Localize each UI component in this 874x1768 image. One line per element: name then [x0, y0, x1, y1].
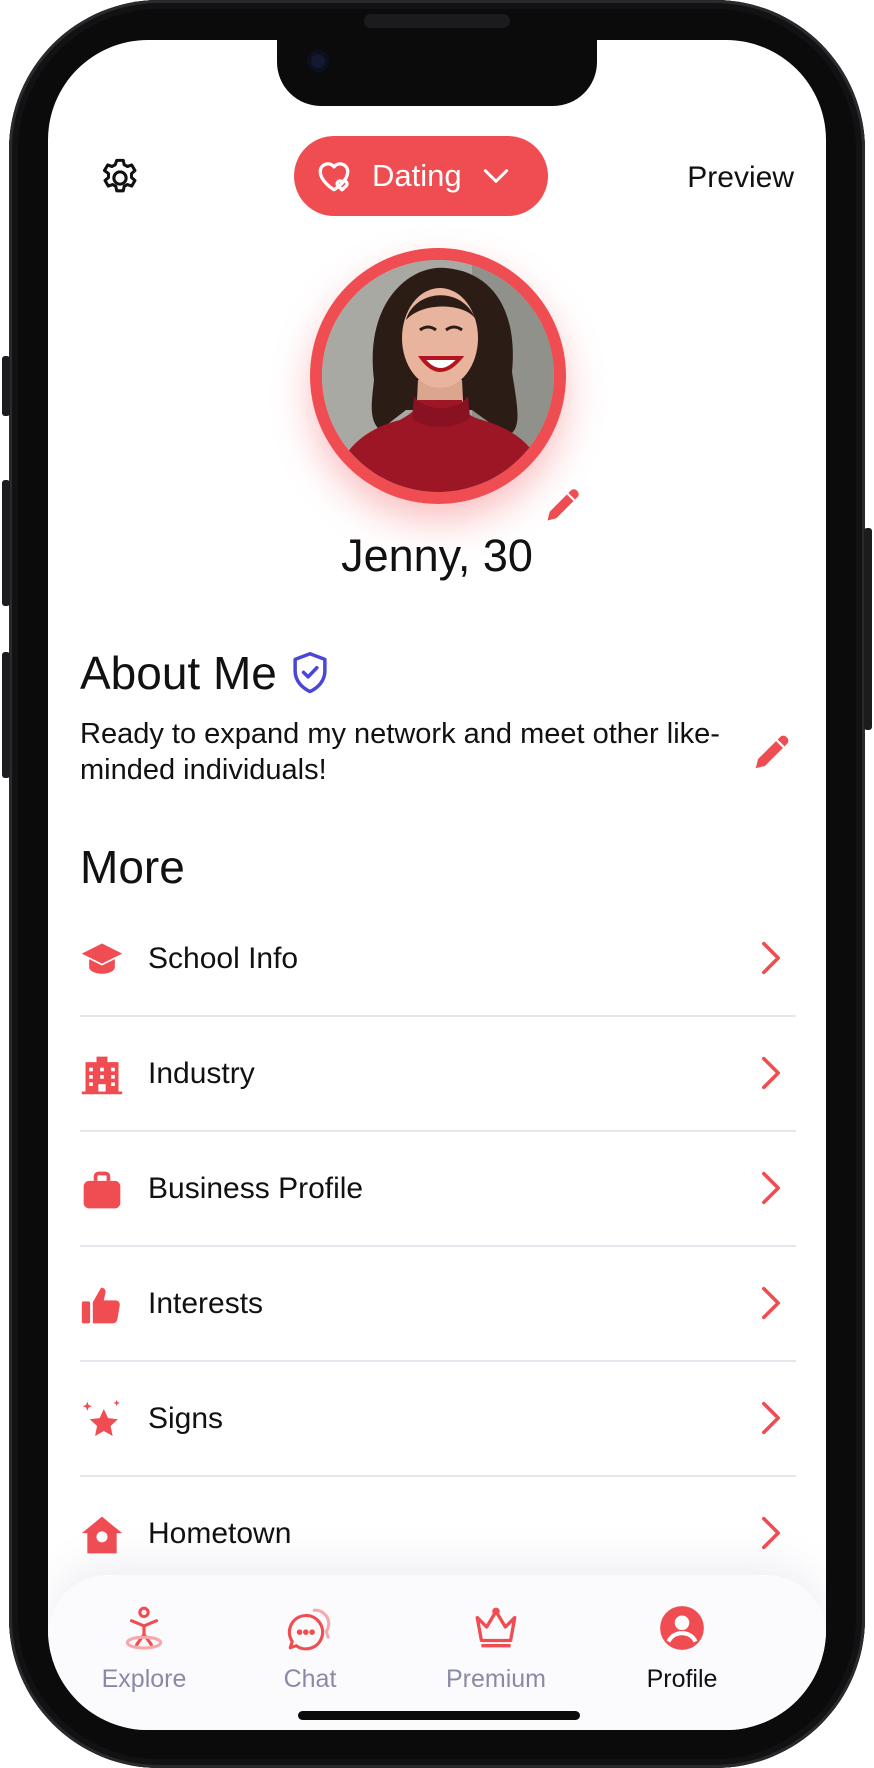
volume-down-button [2, 652, 10, 778]
menu-item-interests[interactable]: Interests [80, 1247, 796, 1362]
tab-label: Chat [283, 1665, 337, 1693]
graduation-cap-icon [81, 943, 123, 974]
chevron-right-icon [762, 1286, 780, 1320]
tab-label: Profile [646, 1665, 718, 1693]
chevron-right-icon [762, 941, 780, 975]
profile-photo [322, 260, 554, 492]
power-button [864, 528, 872, 730]
menu-item-label: Interests [148, 1287, 264, 1320]
earpiece-speaker [364, 14, 510, 28]
mode-label: Dating [372, 158, 462, 193]
home-indicator [298, 1711, 580, 1720]
menu-item-label: Hometown [148, 1517, 292, 1550]
pencil-icon [547, 489, 579, 521]
about-heading: About Me [80, 646, 331, 700]
front-camera [307, 50, 329, 72]
mode-switcher[interactable]: Dating [294, 136, 548, 216]
tab-label: Explore [101, 1665, 187, 1693]
menu-item-label: Industry [148, 1057, 255, 1090]
pencil-icon [755, 735, 789, 769]
shield-check-icon [293, 652, 327, 694]
chevron-right-icon [762, 1401, 780, 1435]
more-list: School Info Industry Business Profile In… [80, 902, 796, 1592]
chevron-down-icon [483, 169, 508, 183]
settings-button[interactable] [96, 154, 144, 202]
avatar[interactable] [310, 248, 566, 504]
hearts-icon [318, 162, 350, 192]
crown-icon [475, 1607, 517, 1648]
tab-profile[interactable]: Profile [612, 1603, 752, 1694]
user-circle-icon [660, 1606, 704, 1650]
screen: Dating Preview Jenny, 30 About Me Ready … [48, 40, 826, 1730]
tab-bar: Explore Chat Premium Profile [48, 1575, 826, 1730]
menu-item-business-profile[interactable]: Business Profile [80, 1132, 796, 1247]
home-icon [81, 1516, 123, 1554]
menu-item-label: School Info [148, 942, 299, 975]
preview-button[interactable]: Preview [687, 154, 794, 202]
volume-up-button [2, 480, 10, 606]
menu-item-label: Signs [148, 1402, 224, 1435]
tab-premium[interactable]: Premium [426, 1603, 566, 1694]
explore-icon [125, 1606, 163, 1650]
silent-switch [2, 356, 10, 416]
edit-about-button[interactable] [750, 728, 796, 774]
gear-icon [102, 158, 137, 193]
edit-photo-button[interactable] [542, 482, 586, 526]
chevron-right-icon [762, 1056, 780, 1090]
about-text: Ready to expand my network and meet othe… [80, 718, 720, 786]
chat-bubbles-icon [287, 1608, 331, 1651]
menu-item-label: Business Profile [148, 1172, 364, 1205]
sparkle-star-icon [82, 1399, 120, 1436]
chevron-right-icon [762, 1171, 780, 1205]
menu-item-industry[interactable]: Industry [80, 1017, 796, 1132]
tab-chat[interactable]: Chat [240, 1603, 380, 1694]
chevron-right-icon [762, 1516, 780, 1550]
briefcase-icon [83, 1171, 121, 1209]
menu-item-school-info[interactable]: School Info [80, 902, 796, 1017]
notch [277, 40, 597, 106]
about-title: About Me [80, 647, 277, 699]
tab-label: Premium [445, 1665, 546, 1693]
building-icon [81, 1056, 123, 1095]
more-heading: More [80, 841, 185, 893]
profile-name: Jenny, 30 [341, 530, 533, 581]
thumbs-up-icon [81, 1287, 120, 1324]
tab-explore[interactable]: Explore [74, 1603, 214, 1694]
menu-item-signs[interactable]: Signs [80, 1362, 796, 1477]
